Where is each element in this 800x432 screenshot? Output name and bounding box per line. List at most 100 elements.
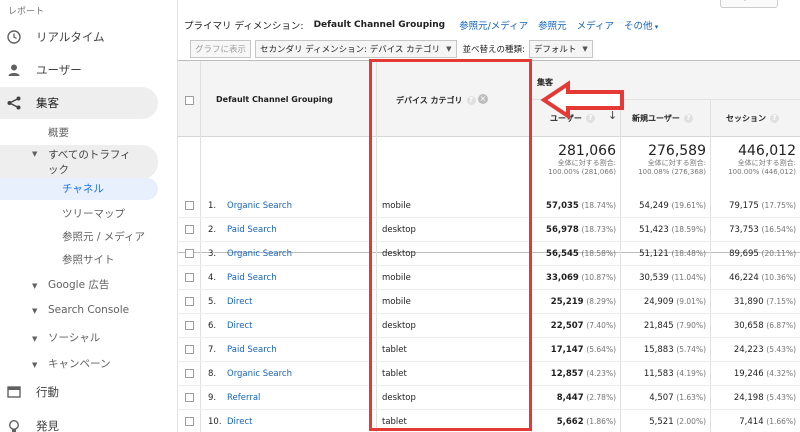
sessions-cell: 24,198 (5.43%) bbox=[713, 386, 796, 410]
channel-link[interactable]: Paid Search bbox=[227, 266, 277, 290]
users-cell: 57,035 (18.74%) bbox=[534, 194, 616, 218]
sidebar-sub-social[interactable]: ▼ ソーシャル bbox=[32, 330, 100, 345]
total-sub-value: 100.08% (276,368) bbox=[638, 168, 706, 176]
header-channel-grouping[interactable]: Default Channel Grouping bbox=[216, 95, 333, 104]
dimension-link-medium[interactable]: メディア bbox=[577, 18, 614, 32]
sort-type-dropdown[interactable]: デフォルト ▼ bbox=[528, 40, 593, 58]
table-toolbar: グラフに表示 セカンダリ ディメンション: デバイス カテゴリ ▼ 並べ替えの種… bbox=[190, 40, 593, 58]
row-checkbox[interactable] bbox=[185, 201, 194, 210]
row-checkbox[interactable] bbox=[185, 249, 194, 258]
new-users-value: 4,507 bbox=[649, 393, 674, 403]
sidebar-item-discover[interactable]: 発見 bbox=[0, 411, 158, 432]
header-label: 新規ユーザー bbox=[632, 114, 680, 123]
total-new-users: 276,589 全体に対する割合: 100.08% (276,368) bbox=[623, 143, 706, 177]
channel-link[interactable]: Organic Search bbox=[227, 362, 292, 386]
sessions-value: 31,890 bbox=[733, 297, 764, 307]
row-checkbox[interactable] bbox=[185, 297, 194, 306]
users-value: 56,545 bbox=[546, 249, 579, 259]
chevron-down-icon: ▼ bbox=[446, 45, 452, 53]
new-users-cell: 11,583 (4.19%) bbox=[623, 362, 706, 386]
sidebar-item-realtime[interactable]: リアルタイム bbox=[0, 22, 158, 52]
users-cell: 56,978 (18.73%) bbox=[534, 218, 616, 242]
new-users-value: 51,121 bbox=[639, 249, 669, 259]
triangle-right-icon: ▼ bbox=[32, 361, 38, 369]
sessions-pct: (1.66%) bbox=[766, 417, 796, 426]
users-pct: (18.74%) bbox=[581, 201, 616, 210]
row-checkbox[interactable] bbox=[185, 345, 194, 354]
sidebar-sub-label: ソーシャル bbox=[48, 332, 101, 344]
new-users-pct: (7.90%) bbox=[676, 321, 706, 330]
total-users: 281,066 全体に対する割合: 100.00% (281,066) bbox=[534, 143, 616, 177]
row-checkbox[interactable] bbox=[185, 417, 194, 426]
top-widget[interactable]: ▾ bbox=[720, 0, 778, 8]
dimension-link-source[interactable]: 参照元 bbox=[538, 18, 567, 32]
sidebar-sub-google-ads[interactable]: ▼ Google 広告 bbox=[32, 277, 109, 292]
row-checkbox[interactable] bbox=[185, 393, 194, 402]
new-users-cell: 30,539 (11.04%) bbox=[623, 266, 706, 290]
row-number: 8. bbox=[208, 369, 217, 379]
reports-header: レポート bbox=[8, 7, 45, 17]
sidebar-sub-overview[interactable]: 概要 bbox=[48, 125, 69, 140]
sessions-value: 30,658 bbox=[733, 321, 764, 331]
sidebar-sub-all-traffic[interactable]: ▼ すべてのトラフィ ック bbox=[0, 145, 158, 179]
sidebar-sub-source-medium[interactable]: 参照元 / メディア bbox=[62, 229, 145, 244]
channel-link[interactable]: Direct bbox=[227, 314, 252, 338]
new-users-value: 54,249 bbox=[639, 201, 669, 211]
users-value: 8,447 bbox=[556, 393, 584, 403]
sidebar-sub-referrals[interactable]: 参照サイト bbox=[62, 252, 115, 267]
users-value: 57,035 bbox=[546, 201, 579, 211]
channel-link[interactable]: Paid Search bbox=[227, 218, 277, 242]
channel-link[interactable]: Direct bbox=[227, 410, 252, 432]
channel-link[interactable]: Paid Search bbox=[227, 338, 277, 362]
dimension-link-source-medium[interactable]: 参照元/メディア bbox=[459, 18, 528, 32]
channel-link[interactable]: Organic Search bbox=[227, 242, 292, 266]
sidebar: レポート リアルタイム ユーザー 集客 概要 ▼ すべてのトラフィ ック チャネ… bbox=[0, 0, 178, 432]
sidebar-sub-label: ック bbox=[48, 164, 69, 176]
new-users-pct: (19.61%) bbox=[671, 201, 706, 210]
sidebar-item-acquisition[interactable]: 集客 bbox=[0, 87, 158, 119]
new-users-pct: (4.19%) bbox=[676, 369, 706, 378]
triangle-right-icon: ▼ bbox=[32, 307, 38, 315]
secondary-dimension-value: セカンダリ ディメンション: デバイス カテゴリ bbox=[260, 45, 441, 55]
sessions-cell: 7,414 (1.66%) bbox=[713, 410, 796, 432]
sidebar-item-label: リアルタイム bbox=[36, 30, 105, 44]
dimension-link-other[interactable]: その他 ▾ bbox=[624, 18, 658, 32]
sidebar-sub-campaigns[interactable]: ▼ キャンペーン bbox=[32, 356, 110, 371]
row-checkbox[interactable] bbox=[185, 273, 194, 282]
new-users-pct: (18.59%) bbox=[671, 225, 706, 234]
sidebar-item-audience[interactable]: ユーザー bbox=[0, 55, 158, 85]
total-sub-label: 全体に対する割合: bbox=[557, 159, 616, 167]
sidebar-item-behavior[interactable]: 行動 bbox=[0, 377, 158, 407]
lightbulb-icon bbox=[6, 418, 22, 432]
new-users-pct: (18.48%) bbox=[671, 249, 706, 258]
sidebar-sub-label: Search Console bbox=[48, 304, 130, 316]
header-new-users[interactable]: 新規ユーザー? bbox=[632, 113, 693, 124]
sidebar-sub-search-console[interactable]: ▼ Search Console bbox=[32, 304, 129, 316]
help-icon: ? bbox=[770, 114, 779, 123]
secondary-dimension-dropdown[interactable]: セカンダリ ディメンション: デバイス カテゴリ ▼ bbox=[255, 40, 457, 58]
users-pct: (8.29%) bbox=[586, 297, 616, 306]
channel-link[interactable]: Direct bbox=[227, 290, 252, 314]
plot-rows-button[interactable]: グラフに表示 bbox=[190, 40, 252, 58]
sidebar-sub-treemaps[interactable]: ツリーマップ bbox=[62, 206, 125, 221]
users-cell: 33,069 (10.87%) bbox=[534, 266, 616, 290]
total-value: 276,589 bbox=[648, 143, 706, 159]
header-sessions[interactable]: セッション? bbox=[726, 113, 779, 124]
dimension-link-label: その他 bbox=[623, 21, 653, 32]
row-checkbox[interactable] bbox=[185, 225, 194, 234]
sidebar-item-label: 集客 bbox=[36, 96, 59, 110]
row-checkbox[interactable] bbox=[185, 369, 194, 378]
users-cell: 12,857 (4.23%) bbox=[534, 362, 616, 386]
channel-link[interactable]: Referral bbox=[227, 386, 260, 410]
sessions-pct: (16.54%) bbox=[761, 225, 796, 234]
select-all-checkbox[interactable] bbox=[185, 96, 194, 105]
sessions-pct: (7.15%) bbox=[766, 297, 796, 306]
sessions-value: 46,224 bbox=[729, 273, 759, 283]
new-users-pct: (11.04%) bbox=[671, 273, 706, 282]
row-checkbox[interactable] bbox=[185, 321, 194, 330]
new-users-value: 15,883 bbox=[643, 345, 674, 355]
sidebar-item-label: 行動 bbox=[36, 385, 59, 399]
channel-link[interactable]: Organic Search bbox=[227, 194, 292, 218]
sidebar-sub-channels[interactable]: チャネル bbox=[0, 178, 158, 200]
users-value: 12,857 bbox=[550, 369, 584, 379]
